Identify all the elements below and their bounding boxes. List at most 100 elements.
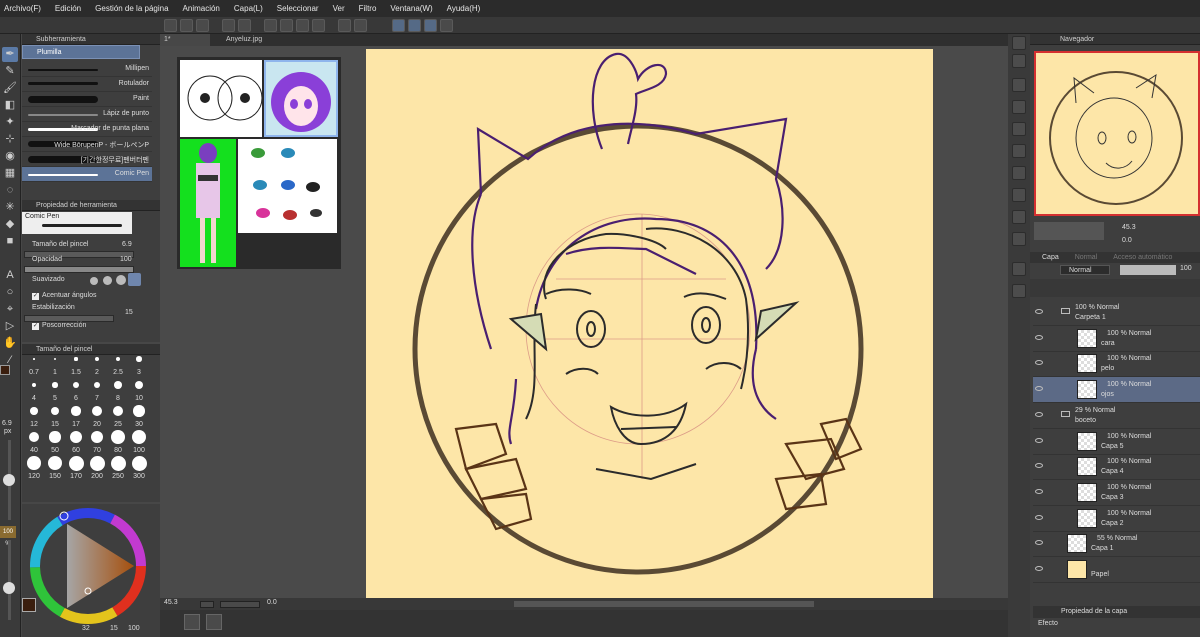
menu-animacion[interactable]: Animación: [183, 4, 220, 13]
subtool-group-tab[interactable]: Plumilla: [22, 45, 140, 59]
brush-size-preset[interactable]: [69, 430, 83, 444]
auto-select-tool-icon[interactable]: ✳: [2, 200, 18, 215]
save-icon[interactable]: [196, 19, 209, 32]
layer-tab-capa[interactable]: Capa: [1030, 254, 1059, 261]
left-opacity-slider[interactable]: [8, 540, 11, 620]
angles-checkbox[interactable]: ✓: [32, 293, 39, 300]
brush-paint[interactable]: Paint: [22, 92, 152, 107]
brush-size-preset[interactable]: [72, 381, 80, 389]
eye-icon[interactable]: [1035, 463, 1043, 469]
brush-size-preset[interactable]: [30, 407, 38, 415]
panel-toggle-9-icon[interactable]: [1012, 262, 1026, 276]
brush-wide-borupen[interactable]: Wide BōrupenP - ボールペンP: [22, 137, 152, 152]
stabilization-slider[interactable]: [24, 315, 114, 322]
perspective-icon[interactable]: [440, 19, 453, 32]
brush-millipen[interactable]: Millipen: [22, 62, 152, 77]
frame-tool-icon[interactable]: ▦: [2, 166, 18, 181]
brush-korean-pen[interactable]: [기간한정무료]펜버터펜: [22, 152, 152, 167]
brush-size-preset[interactable]: [114, 381, 122, 389]
brush-size-preset[interactable]: [52, 382, 58, 388]
layer-row[interactable]: Papel: [1033, 557, 1200, 583]
brush-size-preset[interactable]: [133, 405, 145, 417]
layer-row[interactable]: 100 % Normal cara: [1033, 326, 1200, 352]
navigator-preview[interactable]: [1034, 51, 1200, 216]
lasso-tool-icon[interactable]: ◌: [2, 183, 18, 198]
color-wheel[interactable]: [22, 504, 160, 637]
layer-row[interactable]: 100 % Normal Capa 2: [1033, 506, 1200, 532]
opacity-slider[interactable]: [24, 266, 134, 273]
layer-tab-acceso[interactable]: Acceso automático: [1099, 254, 1172, 261]
horizontal-scrollbar[interactable]: [514, 601, 814, 607]
transform-icon[interactable]: [280, 19, 293, 32]
layer-opacity-slider[interactable]: [1120, 265, 1176, 275]
layer-row[interactable]: 100 % Normal Capa 4: [1033, 454, 1200, 481]
eye-icon[interactable]: [1035, 334, 1043, 340]
panel-toggle-1-icon[interactable]: [1012, 78, 1026, 92]
zoom-fit-icon[interactable]: [1012, 36, 1026, 50]
gradient-tool-icon[interactable]: ■: [2, 234, 18, 249]
eye-icon[interactable]: [1035, 437, 1043, 443]
operation-tool-icon[interactable]: ⌖: [2, 302, 18, 317]
reference-lineart[interactable]: [180, 60, 263, 137]
new-icon[interactable]: [164, 19, 177, 32]
reference-eyes[interactable]: [238, 139, 337, 233]
menu-capa[interactable]: Capa(L): [234, 4, 263, 13]
select-all-icon[interactable]: [338, 19, 351, 32]
brush-size-preset[interactable]: [27, 456, 41, 470]
tab-document-1[interactable]: 1*: [160, 34, 210, 46]
menu-ver[interactable]: Ver: [333, 4, 345, 13]
eye-icon[interactable]: [1035, 488, 1043, 494]
panel-toggle-4-icon[interactable]: [1012, 144, 1026, 158]
blend-mode-select[interactable]: Normal: [1060, 265, 1110, 275]
blend-tool-icon[interactable]: ◉: [2, 149, 18, 164]
menu-ayuda[interactable]: Ayuda(H): [447, 4, 481, 13]
eye-icon[interactable]: [1035, 309, 1043, 314]
airbrush-tool-icon[interactable]: ⊹: [2, 132, 18, 147]
eye-icon[interactable]: [1035, 566, 1043, 571]
panel-toggle-10-icon[interactable]: [1012, 284, 1026, 298]
grid-snap-icon[interactable]: [424, 19, 437, 32]
panel-toggle-3-icon[interactable]: [1012, 122, 1026, 136]
menu-archivo[interactable]: Archivo(F): [4, 4, 41, 13]
eye-icon[interactable]: [1035, 411, 1043, 417]
brush-size-preset[interactable]: [49, 431, 61, 443]
zoom-out-icon[interactable]: [200, 601, 214, 608]
menu-edicion[interactable]: Edición: [55, 4, 81, 13]
main-color-swatch[interactable]: [0, 365, 10, 375]
smoothing-option-4[interactable]: [128, 273, 141, 286]
eye-icon[interactable]: [1035, 514, 1043, 520]
brush-size-preset[interactable]: [136, 356, 142, 362]
panel-toggle-7-icon[interactable]: [1012, 210, 1026, 224]
left-size-knob[interactable]: [3, 474, 15, 486]
eraser-tool-icon[interactable]: ◧: [2, 98, 18, 113]
fill-icon[interactable]: [296, 19, 309, 32]
brush-comic-pen[interactable]: Comic Pen: [22, 167, 152, 182]
zoom-slider[interactable]: [220, 601, 260, 608]
eye-icon[interactable]: [1035, 386, 1043, 392]
reference-purple-hair[interactable]: [264, 60, 338, 137]
menu-filtro[interactable]: Filtro: [359, 4, 377, 13]
flip-icon[interactable]: [1012, 54, 1026, 68]
navigator-zoom-slider[interactable]: [1034, 222, 1104, 240]
canvas-preview-icon[interactable]: [184, 614, 200, 630]
move-tool-icon[interactable]: ▷: [2, 319, 18, 334]
reference-green-character[interactable]: [180, 139, 236, 267]
brush-size-preset[interactable]: [131, 455, 147, 471]
menu-gestion-pagina[interactable]: Gestión de la página: [95, 4, 168, 13]
left-opacity-knob[interactable]: [3, 582, 15, 594]
brush-marcador-plana[interactable]: Marcador de punta plana: [22, 122, 152, 137]
redo-icon[interactable]: [238, 19, 251, 32]
menu-seleccionar[interactable]: Seleccionar: [277, 4, 319, 13]
smoothing-option-3[interactable]: [116, 275, 126, 285]
layer-row[interactable]: 55 % Normal Capa 1: [1033, 531, 1200, 558]
brush-size-preset[interactable]: [89, 455, 105, 471]
special-ruler-snap-icon[interactable]: [408, 19, 421, 32]
layer-row[interactable]: 100 % Normal Carpeta 1: [1033, 300, 1200, 326]
brush-size-preset[interactable]: [33, 358, 35, 360]
tab-anyeluz[interactable]: Anyeluz.jpg: [222, 34, 332, 46]
canvas-paper[interactable]: [366, 49, 933, 599]
brush-size-preset[interactable]: [95, 357, 99, 361]
pen-tool-icon[interactable]: ✒: [2, 47, 18, 62]
pencil-tool-icon[interactable]: ✎: [2, 64, 18, 79]
panel-toggle-2-icon[interactable]: [1012, 100, 1026, 114]
